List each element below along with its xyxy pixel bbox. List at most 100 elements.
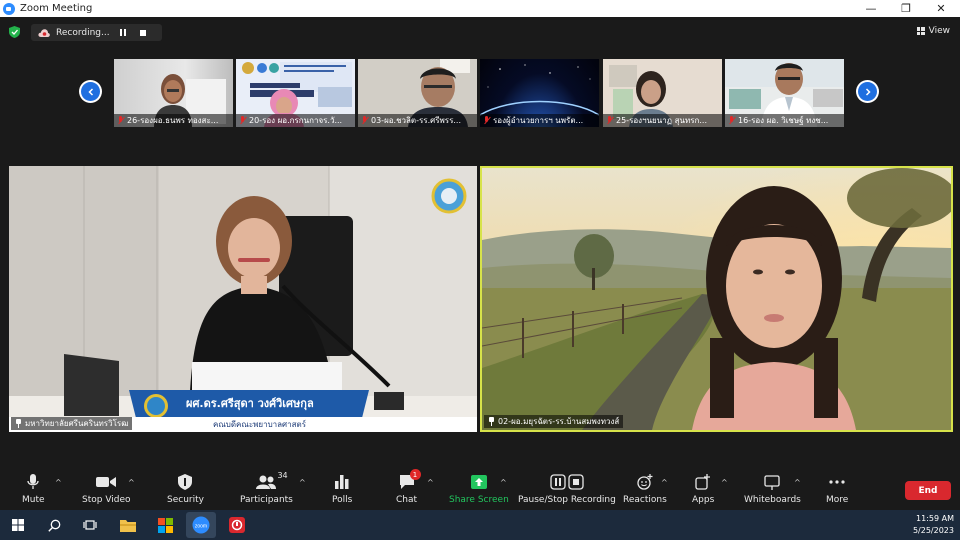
security-label: Security <box>167 495 204 505</box>
polls-bar-chart-icon <box>335 475 349 489</box>
security-button[interactable]: Security <box>167 473 204 505</box>
participant-name: 20-รอง ผอ.กรกนกาจร.วั... <box>249 116 343 125</box>
muted-mic-icon <box>361 116 368 125</box>
whiteboards-label: Whiteboards <box>744 495 801 505</box>
stop-video-label: Stop Video <box>82 495 131 505</box>
participants-label: Participants <box>240 495 293 505</box>
participant-name-tag: 02-ผอ.มยุรฉัตร-รร.บ้านสมพงทวงส์ <box>484 415 624 428</box>
main-video-left[interactable]: ผศ.ดร.ศรีสุดา วงศ์วิเศษกุล คณบดีคณะพยาบา… <box>9 166 477 432</box>
system-clock[interactable]: 11:59 AM 5/25/2023 <box>913 513 954 537</box>
apps-icon <box>695 474 711 490</box>
participant-name: รองผู้อำนวยการฯ นพรัต... <box>493 116 584 125</box>
reactions-options-caret[interactable]: ^ <box>661 478 668 487</box>
window-title: Zoom Meeting <box>20 3 93 14</box>
pause-stop-recording-label: Pause/Stop Recording <box>518 495 616 505</box>
whiteboards-button[interactable]: Whiteboards <box>744 473 801 505</box>
recording-app-taskbar-icon[interactable] <box>227 515 247 535</box>
muted-mic-icon <box>117 116 124 125</box>
participant-name: 26-รองผอ.ธนพร ทองสะ... <box>127 116 219 125</box>
muted-mic-icon <box>483 116 490 125</box>
share-screen-label: Share Screen <box>449 495 509 505</box>
task-view-icon[interactable] <box>80 515 100 535</box>
participant-name: 25-รองฯนยนาฏ สุนทรก... <box>616 116 707 125</box>
participant-thumbnail[interactable]: 16-รอง ผอ. วิเชษฐ์ ทงช... <box>725 59 844 127</box>
restore-button[interactable]: ❐ <box>889 0 923 17</box>
recording-label: Recording... <box>56 27 110 38</box>
share-screen-arrow-icon <box>470 475 487 489</box>
mute-label: Mute <box>22 495 45 505</box>
file-explorer-icon[interactable] <box>118 515 138 535</box>
participant-thumbnail[interactable]: 20-รอง ผอ.กรกนกาจร.วั... <box>236 59 355 127</box>
clock-date: 5/25/2023 <box>912 526 954 535</box>
main-video-right-active-speaker[interactable]: 02-ผอ.มยุรฉัตร-รร.บ้านสมพงทวงส์ <box>480 166 953 432</box>
share-options-caret[interactable]: ^ <box>500 478 507 487</box>
audio-options-caret[interactable]: ^ <box>55 478 62 487</box>
next-page-button[interactable] <box>856 80 879 103</box>
reactions-label: Reactions <box>623 495 667 505</box>
polls-button[interactable]: Polls <box>332 473 352 505</box>
view-button[interactable]: View <box>916 26 950 36</box>
stop-video-button[interactable]: Stop Video <box>82 473 131 505</box>
pin-icon <box>488 417 495 426</box>
participant-name-tag: มหาวิทยาลัยศรีนครินทรวิโรฒ <box>11 417 133 430</box>
meeting-topbar: Recording... View <box>0 17 960 47</box>
zoom-logo-icon <box>3 2 15 15</box>
chat-options-caret[interactable]: ^ <box>427 478 434 487</box>
more-dots-icon <box>829 480 845 484</box>
security-shield-icon[interactable] <box>9 26 20 38</box>
participant-name: 02-ผอ.มยุรฉัตร-รร.บ้านสมพงทวงส์ <box>498 417 620 426</box>
clock-time: 11:59 AM <box>916 514 954 523</box>
close-button[interactable]: ✕ <box>924 0 958 17</box>
video-camera-icon <box>96 477 117 487</box>
cloud-recording-icon <box>38 28 50 37</box>
minimize-button[interactable]: — <box>854 0 888 17</box>
participants-count: 34 <box>277 471 288 480</box>
microphone-icon <box>27 474 39 489</box>
speaker-caption-name: ผศ.ดร.ศรีสุดา วงศ์วิเศษกุล <box>186 397 314 410</box>
muted-mic-icon <box>728 116 735 125</box>
windows-start-icon[interactable] <box>8 515 28 535</box>
participants-icon <box>256 475 277 489</box>
chevron-right-icon <box>865 87 871 96</box>
zoom-meeting-window: Zoom Meeting — ❐ ✕ Recording... View 26-… <box>0 0 960 540</box>
participants-button[interactable]: 34 Participants <box>240 471 293 505</box>
participant-name: มหาวิทยาลัยศรีนครินทรวิโรฒ <box>25 419 129 428</box>
meeting-controls-toolbar: Mute ^ Stop Video ^ Security 34 Particip… <box>0 468 960 510</box>
shield-icon <box>178 474 193 490</box>
stop-recording-button[interactable] <box>140 29 146 36</box>
participant-thumbnail[interactable]: 25-รองฯนยนาฏ สุนทรก... <box>603 59 722 127</box>
participant-name: 16-รอง ผอ. วิเชษฐ์ ทงช... <box>738 116 829 125</box>
windows-taskbar: zoom 11:59 AM 5/25/2023 <box>0 510 960 540</box>
muted-mic-icon <box>239 116 246 125</box>
zoom-taskbar-icon[interactable]: zoom <box>186 512 216 538</box>
search-icon[interactable] <box>44 515 64 535</box>
participant-thumbnail[interactable]: 26-รองผอ.ธนพร ทองสะ... <box>114 59 233 127</box>
microsoft-store-icon[interactable] <box>155 515 175 535</box>
speaker-caption-role: คณบดีคณะพยาบาลศาสตร์ <box>213 420 306 429</box>
recording-indicator: Recording... <box>31 24 162 41</box>
grid-view-icon <box>916 27 925 35</box>
pause-stop-recording-button[interactable]: Pause/Stop Recording <box>518 473 616 505</box>
participant-name: 03-ผอ.ชวลิต-รร.ศรีพรร... <box>371 116 462 125</box>
apps-options-caret[interactable]: ^ <box>721 478 728 487</box>
polls-label: Polls <box>332 495 353 505</box>
pin-icon <box>15 419 22 428</box>
whiteboards-options-caret[interactable]: ^ <box>794 478 801 487</box>
mute-button[interactable]: Mute <box>22 473 45 505</box>
end-meeting-button[interactable]: End <box>905 481 951 500</box>
chat-button[interactable]: 1 Chat <box>396 469 421 505</box>
speaker-video <box>482 168 951 430</box>
more-button[interactable]: More <box>826 473 848 505</box>
apps-label: Apps <box>692 495 715 505</box>
participant-thumbnail[interactable]: 03-ผอ.ชวลิต-รร.ศรีพรร... <box>358 59 477 127</box>
apps-button[interactable]: Apps <box>692 473 714 505</box>
video-options-caret[interactable]: ^ <box>128 478 135 487</box>
previous-page-button[interactable] <box>79 80 102 103</box>
participant-thumbnail[interactable]: รองผู้อำนวยการฯ นพรัต... <box>480 59 599 127</box>
reactions-smiley-icon <box>637 474 653 490</box>
participants-options-caret[interactable]: ^ <box>299 478 306 487</box>
view-label: View <box>928 26 950 36</box>
chat-unread-badge: 1 <box>409 469 421 480</box>
pause-recording-button[interactable] <box>120 29 126 36</box>
window-titlebar: Zoom Meeting — ❐ ✕ <box>0 0 960 17</box>
